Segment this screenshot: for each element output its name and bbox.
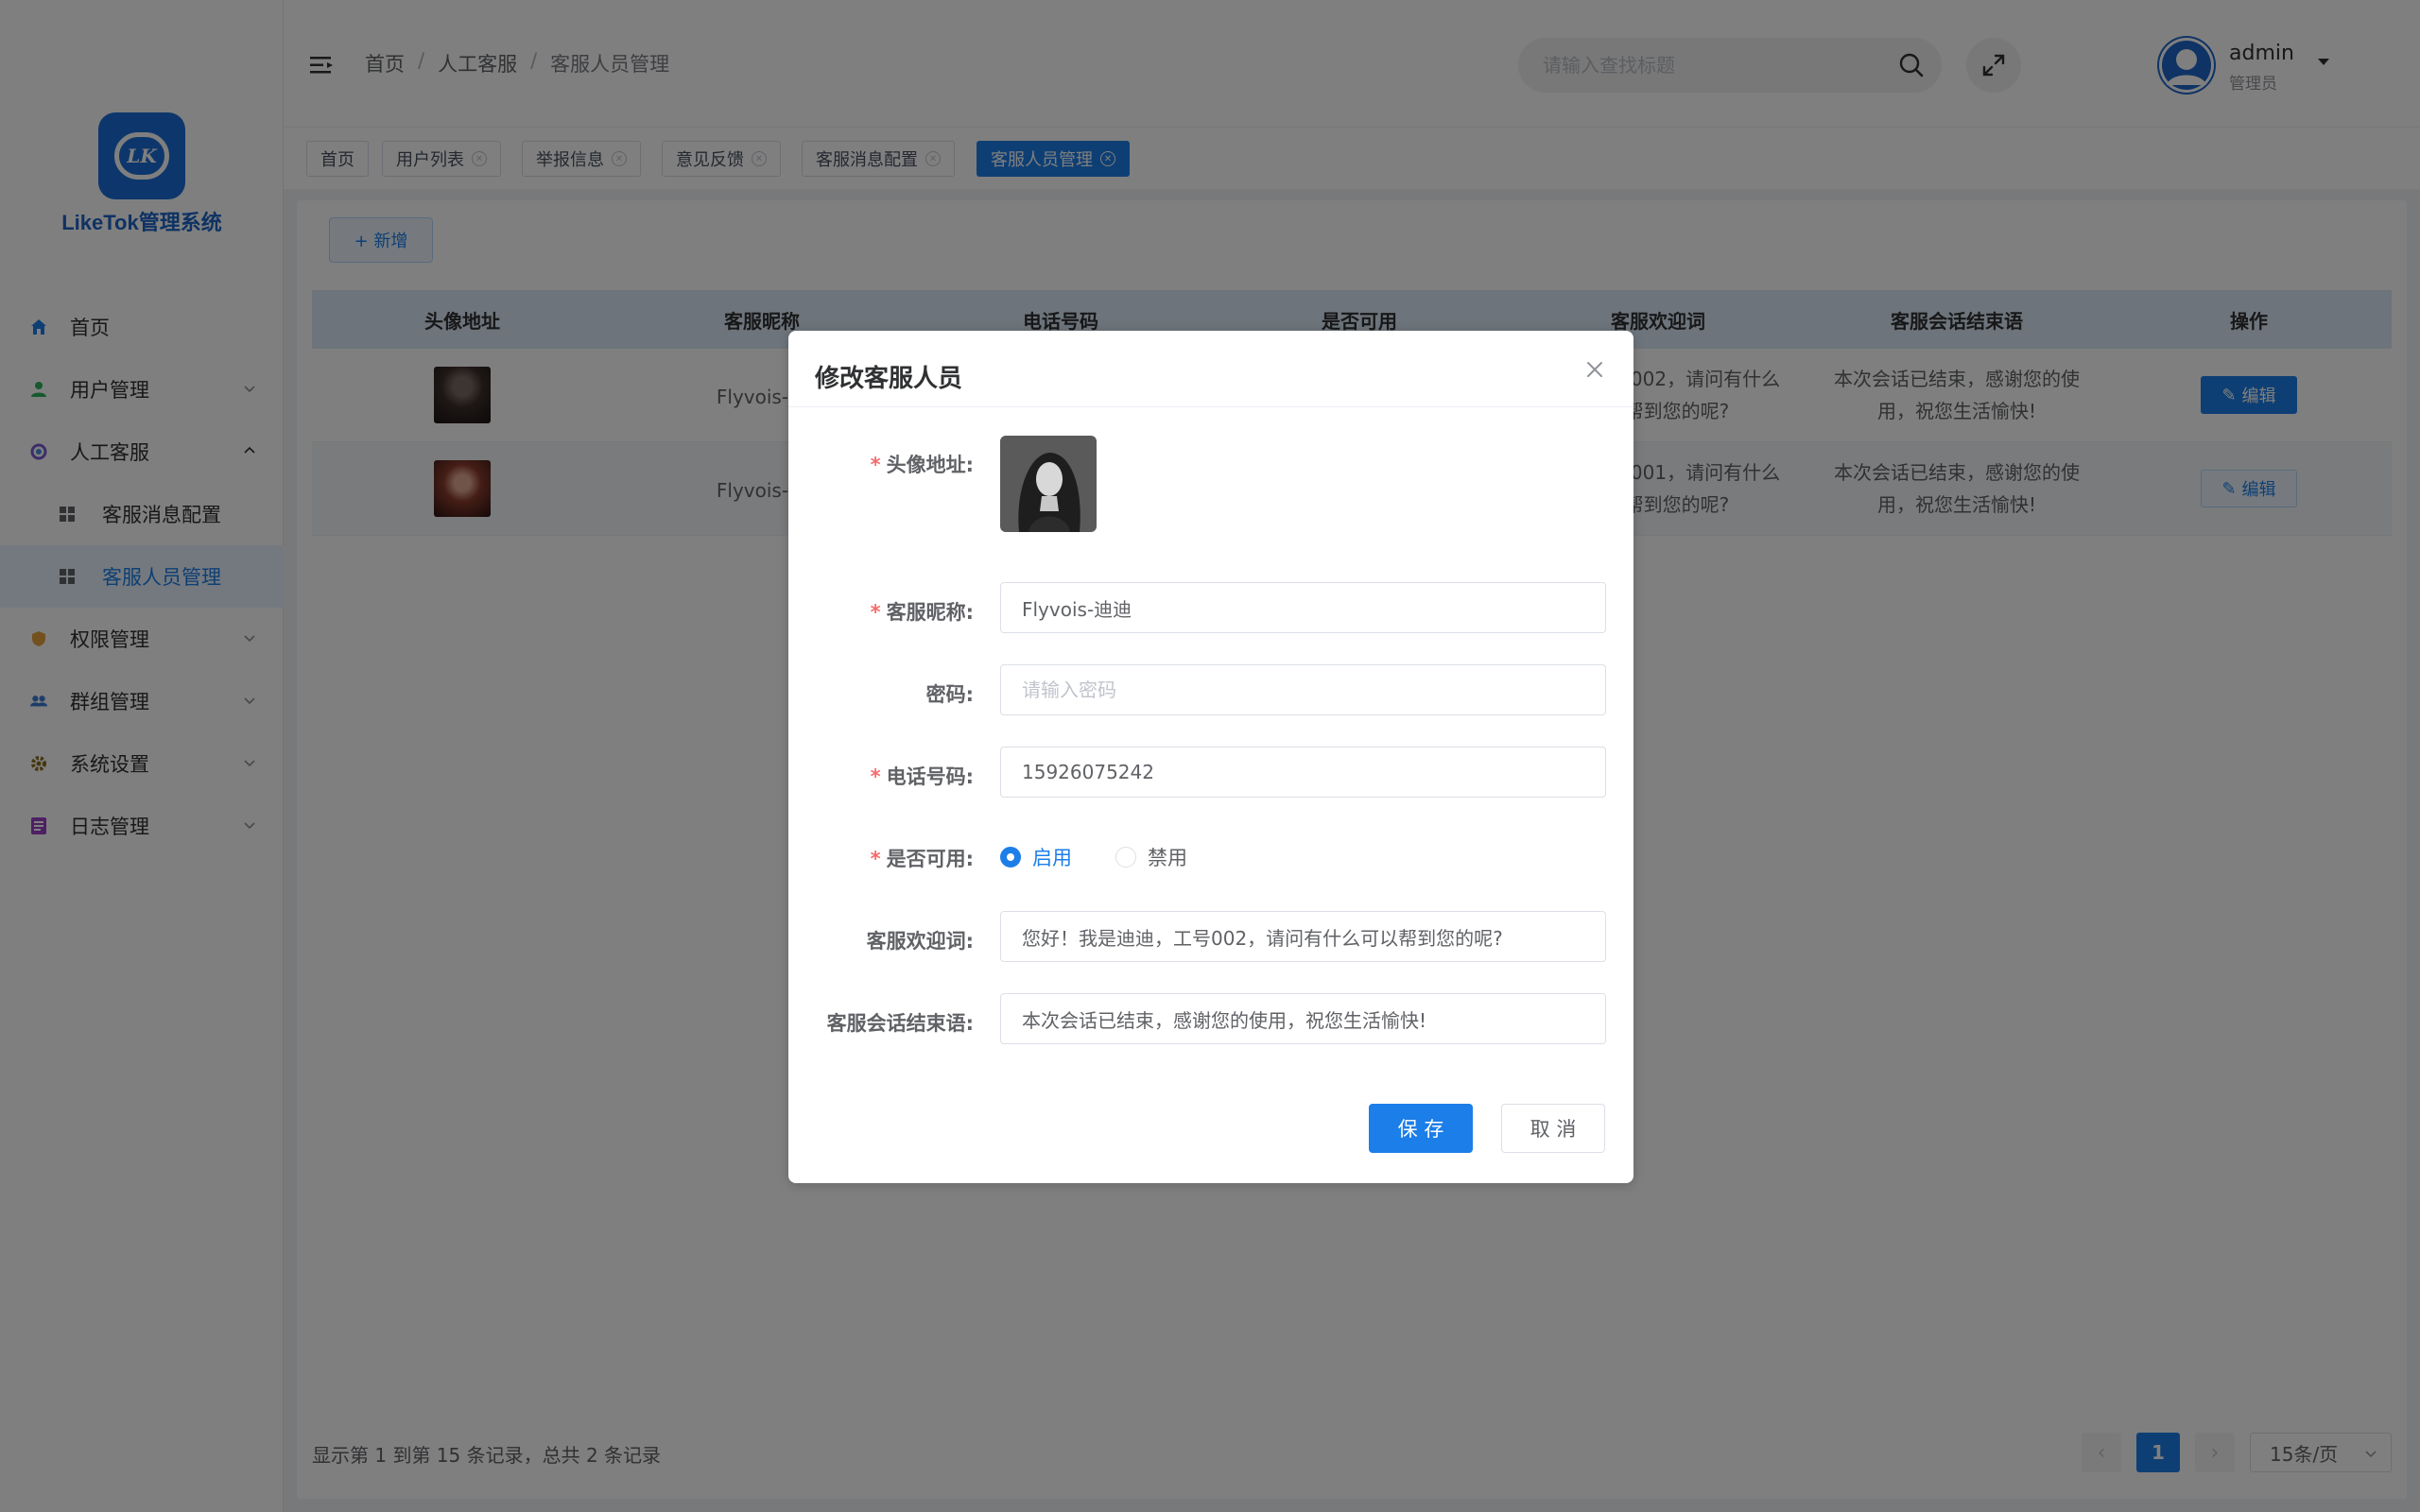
welcome-label: 客服欢迎词: bbox=[866, 930, 974, 953]
ending-label: 客服会话结束语: bbox=[826, 1012, 974, 1035]
radio-unchecked-icon bbox=[1115, 847, 1136, 868]
label-text: 头像地址: bbox=[886, 454, 974, 476]
save-button[interactable]: 保 存 bbox=[1369, 1104, 1473, 1153]
required-mark: * bbox=[870, 848, 881, 870]
label-text: 是否可用: bbox=[886, 848, 974, 870]
password-label: 密码: bbox=[925, 683, 974, 706]
password-input[interactable] bbox=[1000, 664, 1606, 715]
required-mark: * bbox=[870, 454, 881, 476]
radio-label: 启用 bbox=[1032, 847, 1072, 869]
radio-label: 禁用 bbox=[1148, 847, 1187, 869]
nickname-input[interactable] bbox=[1000, 582, 1606, 633]
radio-enabled[interactable]: 启用 bbox=[1000, 843, 1072, 871]
welcome-input[interactable] bbox=[1000, 911, 1606, 962]
avatar-label: * 头像地址: bbox=[871, 450, 974, 478]
label-text: 电话号码: bbox=[886, 765, 974, 788]
phone-input[interactable] bbox=[1000, 747, 1606, 798]
phone-label: * 电话号码: bbox=[871, 762, 974, 790]
radio-disabled[interactable]: 禁用 bbox=[1115, 843, 1187, 871]
close-icon[interactable] bbox=[1584, 359, 1605, 380]
ending-input[interactable] bbox=[1000, 993, 1606, 1044]
required-mark: * bbox=[870, 765, 881, 788]
divider bbox=[788, 406, 1634, 407]
label-text: 客服昵称: bbox=[886, 601, 974, 624]
dialog-title: 修改客服人员 bbox=[815, 365, 963, 393]
cancel-button[interactable]: 取 消 bbox=[1501, 1104, 1605, 1153]
radio-checked-icon bbox=[1000, 847, 1021, 868]
staff-photo bbox=[1000, 436, 1097, 532]
required-mark: * bbox=[870, 601, 881, 624]
available-label: * 是否可用: bbox=[871, 844, 974, 872]
edit-staff-dialog: 修改客服人员 *头像地址: *客服昵称: 密码: *电话号码: *是否可用: 启… bbox=[788, 331, 1634, 1183]
nickname-label: * 客服昵称: bbox=[871, 597, 974, 626]
avatar-upload[interactable] bbox=[1000, 436, 1097, 532]
